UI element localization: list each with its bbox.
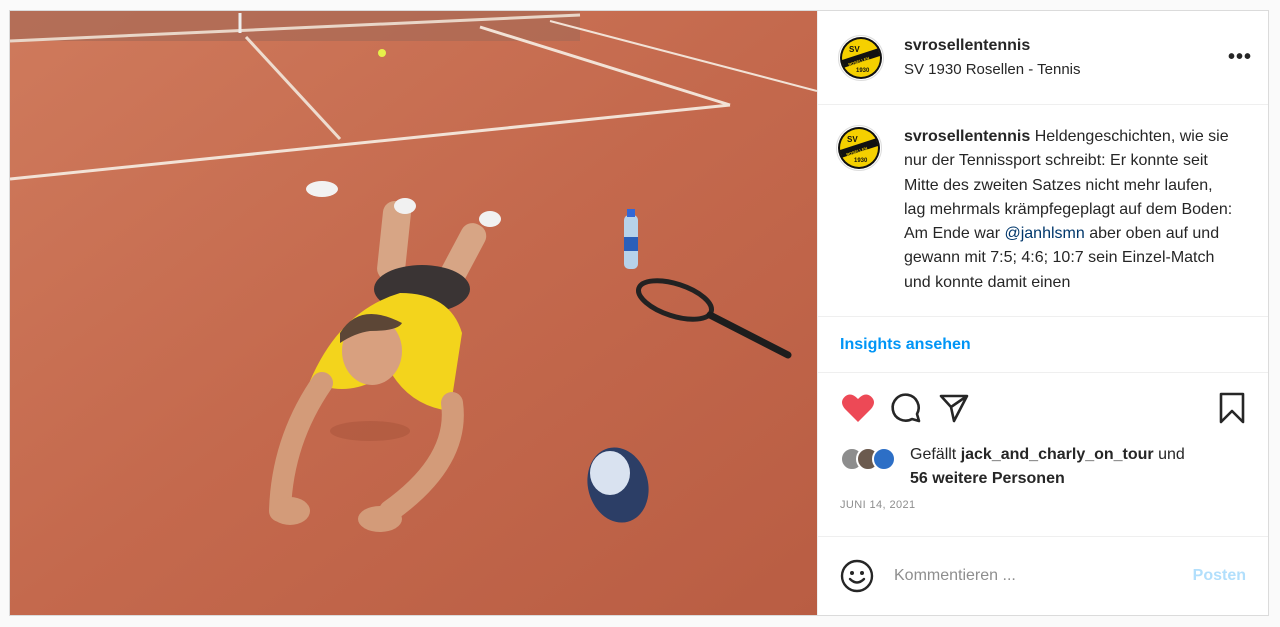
liker-avatars[interactable] — [840, 447, 896, 471]
liker-username-link[interactable]: jack_and_charly_on_tour — [961, 446, 1154, 463]
svg-text:1930: 1930 — [854, 158, 868, 164]
caption-section: SV 1930 ROSELLEN svrosellentennis Helden… — [818, 105, 1268, 317]
share-icon — [939, 394, 969, 423]
bookmark-icon — [1219, 392, 1245, 424]
caption-mention-link[interactable]: @janhlsmn — [1004, 225, 1084, 242]
caption-text: svrosellentennis Heldengeschichten, wie … — [904, 125, 1234, 316]
emoji-icon[interactable] — [840, 559, 874, 593]
club-logo-icon: SV 1930 ROSELLEN — [838, 127, 880, 169]
likes-middle: und — [1153, 446, 1185, 463]
likes-text: Gefällt jack_and_charly_on_tour und 56 w… — [910, 443, 1185, 491]
post-photo[interactable] — [10, 11, 817, 615]
caption-username[interactable]: svrosellentennis — [904, 128, 1030, 145]
action-bar — [818, 373, 1268, 443]
tennis-court-image — [10, 11, 817, 615]
post-comment-button[interactable]: Posten — [1193, 567, 1246, 585]
svg-text:SV: SV — [847, 135, 858, 144]
insights-row: Insights ansehen — [818, 317, 1268, 373]
svg-text:1930: 1930 — [856, 68, 870, 74]
heart-icon — [842, 394, 874, 422]
comment-icon — [891, 393, 921, 423]
club-logo-icon: SV 1930 ROSELLEN — [840, 36, 882, 79]
post-date[interactable]: JUNI 14, 2021 — [818, 495, 1268, 537]
comment-button[interactable] — [888, 390, 924, 426]
caption-avatar[interactable]: SV 1930 ROSELLEN — [836, 125, 882, 171]
liker-avatar — [872, 447, 896, 471]
share-button[interactable] — [936, 390, 972, 426]
post-sidebar: SV 1930 ROSELLEN svrosellentennis SV 193… — [817, 11, 1268, 615]
header-location[interactable]: SV 1930 Rosellen - Tennis — [904, 61, 1228, 78]
like-button[interactable] — [840, 390, 876, 426]
profile-avatar[interactable]: SV 1930 ROSELLEN — [838, 34, 884, 81]
more-options-button[interactable]: ••• — [1228, 46, 1252, 69]
likes-prefix: Gefällt — [910, 446, 961, 463]
likes-row: Gefällt jack_and_charly_on_tour und 56 w… — [818, 443, 1268, 495]
comment-bar: Posten — [818, 537, 1268, 615]
header-username[interactable]: svrosellentennis — [904, 37, 1228, 55]
post-card: SV 1930 ROSELLEN svrosellentennis SV 193… — [9, 10, 1269, 616]
comment-input[interactable] — [894, 567, 1193, 585]
insights-link[interactable]: Insights ansehen — [840, 336, 971, 354]
other-likers-link[interactable]: 56 weitere Personen — [910, 470, 1065, 487]
post-header: SV 1930 ROSELLEN svrosellentennis SV 193… — [818, 11, 1268, 105]
save-button[interactable] — [1214, 390, 1250, 426]
svg-text:SV: SV — [849, 45, 860, 54]
